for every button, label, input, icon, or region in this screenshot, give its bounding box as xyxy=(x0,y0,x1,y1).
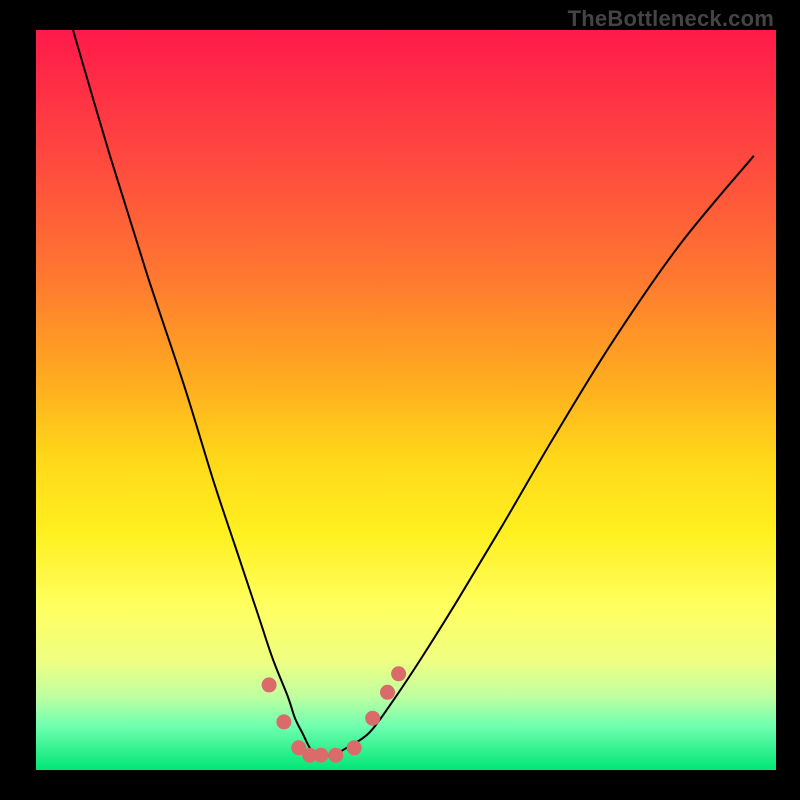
curve-marker xyxy=(328,748,343,763)
chart-stage: TheBottleneck.com xyxy=(0,0,800,800)
curve-path xyxy=(73,30,754,756)
curve-marker xyxy=(347,740,362,755)
curve-marker xyxy=(391,666,406,681)
curve-marker xyxy=(276,714,291,729)
bottleneck-curve xyxy=(36,30,776,770)
curve-marker xyxy=(313,748,328,763)
curve-marker xyxy=(262,677,277,692)
brand-watermark: TheBottleneck.com xyxy=(568,6,774,32)
curve-marker xyxy=(365,711,380,726)
curve-marker xyxy=(380,685,395,700)
